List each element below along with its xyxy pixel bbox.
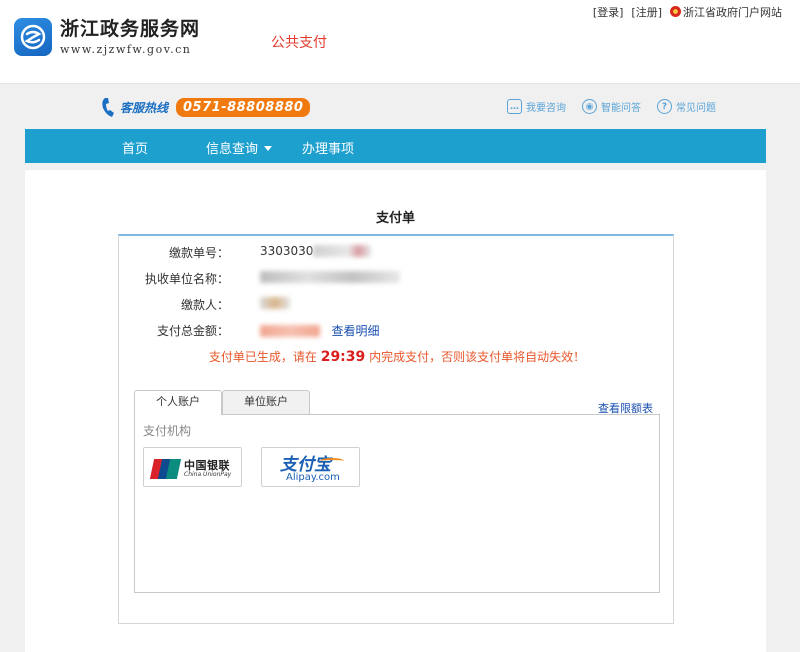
payment-notice: 支付单已生成，请在 29:39 内完成支付，否则该支付单将自动失效！ <box>119 348 675 365</box>
page-title: 支付单 <box>375 211 415 226</box>
logo-icon <box>14 18 52 56</box>
site-header: 浙江政务服务网 www.zjzwfw.gov.cn 公共支付 [登录] [注册]… <box>0 0 800 84</box>
payment-org-label: 支付机构 <box>143 424 192 438</box>
nav-services[interactable]: 办理事项 <box>302 138 354 157</box>
notice-suffix: 内完成支付，否则该支付单将自动失效！ <box>365 350 586 364</box>
consult-link[interactable]: … 我要咨询 <box>507 99 566 114</box>
hotline: 客服热线 0571-88808880 <box>100 96 311 118</box>
consult-label: 我要咨询 <box>526 103 566 114</box>
question-icon: ? <box>657 99 672 114</box>
top-links: [登录] [注册] 浙江省政府门户网站 <box>593 4 782 20</box>
unit-value <box>260 270 400 284</box>
countdown-timer: 29:39 <box>320 349 366 365</box>
nav-info-query[interactable]: 信息查询 <box>206 138 273 157</box>
caret-down-icon <box>264 146 273 151</box>
order-no-label: 缴款单号： <box>168 246 229 260</box>
nav-info-query-label: 信息查询 <box>206 142 259 157</box>
site-logo[interactable]: 浙江政务服务网 www.zjzwfw.gov.cn <box>14 18 200 56</box>
account-tabs: 个人账户 单位账户 <box>134 390 310 415</box>
login-link[interactable]: [登录] <box>593 4 624 20</box>
site-url: www.zjzwfw.gov.cn <box>60 43 192 56</box>
site-title: 浙江政务服务网 <box>60 18 201 40</box>
redacted-order-suffix <box>313 245 372 257</box>
national-emblem-icon <box>670 6 681 17</box>
redacted-amount <box>260 325 320 337</box>
view-details-link[interactable]: 查看明细 <box>331 324 379 338</box>
phone-icon <box>102 98 114 117</box>
alipay-option[interactable]: 支付宝 Alipay.com <box>261 447 360 487</box>
payment-panel: 缴款单号： 3303030 执收单位名称： 缴款人： 支付总金额： 查看明细 支… <box>118 234 674 624</box>
faq-label: 常见问题 <box>676 103 716 114</box>
nav-home[interactable]: 首页 <box>122 138 148 157</box>
register-link[interactable]: [注册] <box>631 4 662 20</box>
redacted-payer-name <box>260 297 290 309</box>
quick-links: … 我要咨询 ◉ 智能问答 ? 常见问题 <box>507 99 716 114</box>
alipay-swoosh-icon <box>320 458 344 464</box>
alipay-name-en: Alipay.com <box>286 472 340 483</box>
payer-label: 缴款人： <box>180 298 229 312</box>
order-no-value: 3303030 <box>260 244 372 258</box>
unionpay-logo-icon <box>149 459 182 479</box>
unionpay-option[interactable]: 中国银联 China UnionPay <box>143 447 242 487</box>
tab-business-account[interactable]: 单位账户 <box>222 390 310 414</box>
order-no-text: 3303030 <box>260 244 314 258</box>
unionpay-name-en: China UnionPay <box>184 471 232 478</box>
redacted-unit-name <box>260 271 400 283</box>
portal-link-label: 浙江省政府门户网站 <box>683 6 782 19</box>
chat-icon: … <box>507 99 522 114</box>
portal-link[interactable]: 浙江省政府门户网站 <box>670 4 782 20</box>
notice-prefix: 支付单已生成，请在 <box>208 350 321 364</box>
robot-icon: ◉ <box>582 99 597 114</box>
payer-value <box>260 296 290 310</box>
smart-qa-label: 智能问答 <box>601 103 641 114</box>
unit-label: 执收单位名称： <box>144 272 229 286</box>
faq-link[interactable]: ? 常见问题 <box>657 99 716 114</box>
main-content: 支付单 缴款单号： 3303030 执收单位名称： 缴款人： 支付总金额： 查看… <box>25 170 766 652</box>
section-name: 公共支付 <box>271 35 327 51</box>
smart-qa-link[interactable]: ◉ 智能问答 <box>582 99 641 114</box>
payment-methods-panel: 支付机构 中国银联 China UnionPay 支付宝 Alipay.com <box>134 414 660 593</box>
hotline-label: 客服热线 <box>120 100 169 115</box>
hotline-number: 0571-88808880 <box>176 97 311 117</box>
amount-label: 支付总金额： <box>156 324 229 338</box>
main-nav: 首页 信息查询 办理事项 <box>25 129 766 163</box>
tab-personal-account[interactable]: 个人账户 <box>134 390 222 415</box>
amount-value: 查看明细 <box>260 322 379 339</box>
